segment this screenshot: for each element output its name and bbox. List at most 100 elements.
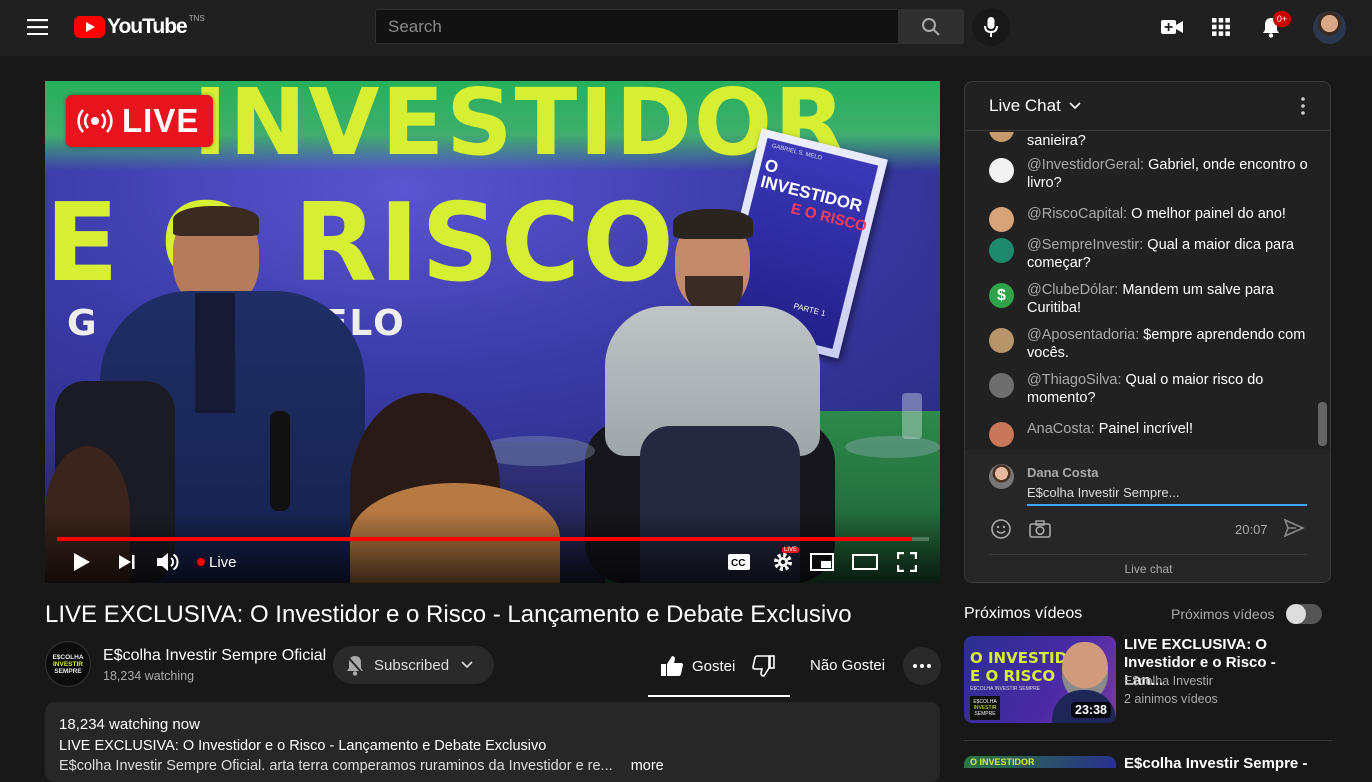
chat-avatar: [989, 422, 1014, 447]
send-button[interactable]: [1283, 518, 1307, 540]
channel-avatar[interactable]: E$COLHA INVESTIR SEMPRE: [45, 641, 91, 687]
broadcast-icon: [77, 109, 113, 133]
backdrop-title-line2: E O RISCO: [45, 181, 676, 306]
thumb-title-line2: E O RISCO: [970, 667, 1056, 685]
volume-button[interactable]: [155, 549, 181, 575]
chat-author: @InvestidorGeral:: [1027, 157, 1145, 173]
emoji-button[interactable]: [990, 518, 1012, 540]
composer-name: Dana Costa: [1027, 465, 1099, 480]
description-line1: LIVE EXCLUSIVA: O Investidor e o Risco -…: [59, 738, 547, 754]
next-button[interactable]: [115, 550, 139, 574]
chat-author: @Aposentadoria:: [1027, 327, 1140, 343]
thumbs-down-icon[interactable]: [751, 655, 776, 677]
side-table-right: [845, 436, 940, 458]
channel-logo-line: SEMPRE: [54, 667, 82, 675]
chevron-down-icon: [1069, 102, 1081, 110]
play-icon: [74, 553, 90, 571]
svg-text:CC: CC: [731, 558, 745, 569]
chat-avatar: [989, 373, 1014, 398]
smiley-icon: [991, 519, 1011, 539]
autoplay-toggle-knob: [1286, 604, 1306, 624]
autoplay-toggle[interactable]: [1286, 604, 1322, 624]
voice-search-button[interactable]: [972, 8, 1010, 46]
closed-captions-icon: CC: [728, 554, 750, 570]
apps-grid-icon: [1212, 18, 1230, 36]
account-avatar[interactable]: [1313, 11, 1346, 44]
live-indicator[interactable]: Live: [197, 553, 237, 571]
up-next-thumbnail-2[interactable]: O INVESTIDOR: [964, 756, 1116, 768]
composer-avatar: [989, 464, 1014, 489]
menu-icon[interactable]: [22, 14, 54, 40]
like-button[interactable]: Gostei: [648, 646, 790, 686]
backdrop-name-left: G: [67, 303, 99, 344]
description-more-link[interactable]: more: [631, 758, 664, 774]
sidebar-divider: [964, 740, 1332, 741]
channel-logo-line: E$COLHA: [52, 653, 84, 661]
video-player[interactable]: INVESTIDOR E O RISCO G MELO GABRIEL S. M…: [45, 81, 940, 583]
apps-button[interactable]: [1208, 14, 1234, 40]
description-watching: 18,234 watching now: [59, 716, 200, 733]
top-bar: YouTube TNS Search 0+: [0, 0, 1372, 56]
chat-input-value: E$colha Investir Sempre...: [1027, 485, 1180, 500]
backdrop-title-line1: INVESTIDOR: [193, 81, 847, 176]
up-next-thumbnail-1[interactable]: O INVESTIDOR E O RISCO E$COLHA INVESTIR …: [964, 636, 1116, 723]
volume-icon: [157, 553, 179, 571]
chat-title: Live Chat: [989, 96, 1061, 115]
captions-button[interactable]: CC: [726, 551, 752, 573]
composer-time: 20:07: [1235, 522, 1268, 537]
like-label: Gostei: [692, 657, 736, 675]
progress-bar[interactable]: [57, 537, 929, 541]
presenter-left-hair: [173, 206, 259, 236]
chat-avatar: [989, 328, 1014, 353]
miniplayer-button[interactable]: [809, 551, 835, 573]
thumb-subtitle: E$COLHA INVESTIR SEMPRE: [970, 686, 1041, 692]
more-actions-button[interactable]: [903, 647, 941, 685]
chat-author: @RiscoCapital:: [1027, 206, 1128, 222]
notification-badge: 0+: [1273, 11, 1291, 27]
chat-avatar: [989, 158, 1014, 183]
live-dot-icon: [197, 558, 205, 566]
search-placeholder: Search: [388, 17, 442, 36]
search-button[interactable]: [898, 9, 964, 44]
bell-icon: [346, 655, 364, 676]
live-indicator-label: Live: [209, 553, 237, 571]
presenter-left-shirt: [195, 293, 235, 413]
presenter-right-hair: [673, 209, 753, 239]
video-camera-plus-icon: [1161, 20, 1183, 34]
up-next-heading: Próximos vídeos: [964, 605, 1083, 622]
chat-message-input[interactable]: E$colha Investir Sempre...: [1027, 485, 1307, 506]
logo-region: TNS: [188, 14, 205, 23]
camera-icon: [1029, 520, 1051, 538]
water-glass: [902, 393, 922, 439]
microphone-prop: [270, 411, 290, 511]
composer-divider: [989, 554, 1307, 555]
subscribed-button[interactable]: Subscribed: [333, 646, 494, 684]
chat-footer-label: Live chat: [1124, 562, 1173, 576]
theater-mode-icon: [852, 554, 878, 570]
thumb-channel-logo: E$COLHA INVESTIR SEMPRE: [970, 696, 1000, 720]
channel-watching: 18,234 watching: [103, 669, 195, 683]
settings-button[interactable]: LIVE: [768, 547, 800, 575]
chat-author: @ThiagoSilva:: [1027, 372, 1122, 388]
description-line2-wrap: E$colha Investir Sempre Oficial. arta te…: [59, 758, 664, 774]
camera-button[interactable]: [1028, 519, 1052, 539]
chat-more-button[interactable]: [1295, 96, 1311, 118]
play-button[interactable]: [69, 550, 95, 574]
channel-logo-line: INVESTIR: [53, 660, 83, 668]
up-next-title-2[interactable]: E$colha Investir Sempre -: [1124, 755, 1324, 772]
youtube-logo[interactable]: YouTube TNS: [74, 14, 205, 40]
chat-mode-dropdown[interactable]: Live Chat: [989, 96, 1081, 116]
theater-mode-button[interactable]: [851, 551, 879, 573]
chat-author: @ClubeDólar:: [1027, 282, 1119, 298]
chat-text: sanieira?: [1027, 133, 1086, 149]
search-input[interactable]: Search: [375, 9, 899, 44]
create-video-button[interactable]: [1158, 14, 1186, 40]
send-icon: [1283, 518, 1305, 538]
channel-name[interactable]: E$colha Investir Sempre Oficial: [103, 647, 326, 665]
dislike-label[interactable]: Não Gostei: [810, 657, 885, 674]
description-box[interactable]: 18,234 watching now LIVE EXCLUSIVA: O In…: [45, 702, 940, 782]
fullscreen-button[interactable]: [894, 550, 920, 574]
like-active-underline: [648, 695, 790, 697]
up-next-channel-1[interactable]: E$colha Investir: [1124, 674, 1213, 688]
chat-scrollbar[interactable]: [1318, 402, 1327, 446]
